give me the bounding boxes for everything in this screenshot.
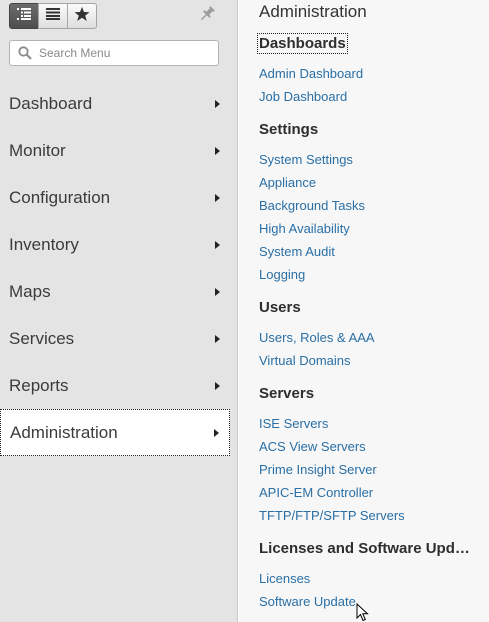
link-licenses[interactable]: Licenses <box>259 571 310 586</box>
chevron-right-icon <box>215 193 220 202</box>
link-prime-insight-server[interactable]: Prime Insight Server <box>259 462 377 477</box>
link-ise-servers[interactable]: ISE Servers <box>259 416 328 431</box>
chevron-right-icon <box>215 99 220 108</box>
search-menu-field[interactable] <box>9 40 219 66</box>
link-appliance[interactable]: Appliance <box>259 175 316 190</box>
menu-item-monitor[interactable]: Monitor <box>0 127 238 174</box>
menu-item-label: Configuration <box>9 187 111 207</box>
section-heading-servers: Servers <box>259 385 315 402</box>
link-acs-view-servers[interactable]: ACS View Servers <box>259 439 366 454</box>
submenu-panel: Administration Dashboards Admin Dashboar… <box>239 0 489 622</box>
link-high-availability[interactable]: High Availability <box>259 221 350 236</box>
tree-view-button[interactable] <box>9 3 39 29</box>
tree-list-icon <box>16 7 32 26</box>
chevron-right-icon <box>214 428 219 437</box>
chevron-right-icon <box>215 146 220 155</box>
link-logging[interactable]: Logging <box>259 267 305 282</box>
menu-item-label: Dashboard <box>9 93 93 113</box>
link-system-settings[interactable]: System Settings <box>259 152 353 167</box>
favorites-button[interactable] <box>67 3 97 29</box>
view-toolbar <box>9 3 97 29</box>
menu-item-label: Services <box>9 328 75 348</box>
link-admin-dashboard[interactable]: Admin Dashboard <box>259 66 363 81</box>
link-users-roles-aaa[interactable]: Users, Roles & AAA <box>259 330 375 345</box>
chevron-right-icon <box>215 287 220 296</box>
section-heading-settings: Settings <box>259 121 319 138</box>
link-apic-em-controller[interactable]: APIC-EM Controller <box>259 485 373 500</box>
menu-item-label: Reports <box>9 375 69 395</box>
section-heading-dashboards[interactable]: Dashboards <box>257 33 348 54</box>
chevron-right-icon <box>215 381 220 390</box>
menu-item-label: Inventory <box>9 234 79 254</box>
search-icon <box>16 44 34 62</box>
link-job-dashboard[interactable]: Job Dashboard <box>259 89 347 104</box>
link-background-tasks[interactable]: Background Tasks <box>259 198 365 213</box>
link-tftp-ftp-sftp-servers[interactable]: TFTP/FTP/SFTP Servers <box>259 508 405 523</box>
mouse-cursor-icon <box>356 602 370 622</box>
search-input[interactable] <box>39 46 209 60</box>
chevron-right-icon <box>215 334 220 343</box>
menu-item-configuration[interactable]: Configuration <box>0 174 238 221</box>
menu-item-reports[interactable]: Reports <box>0 362 238 409</box>
list-icon <box>45 7 61 26</box>
pin-icon <box>198 5 216 28</box>
link-software-update[interactable]: Software Update <box>259 594 356 609</box>
menu-item-label: Administration <box>10 422 118 442</box>
menu-item-services[interactable]: Services <box>0 315 238 362</box>
menu-item-label: Monitor <box>9 140 66 160</box>
panel-title: Administration <box>259 2 367 21</box>
link-virtual-domains[interactable]: Virtual Domains <box>259 353 351 368</box>
section-heading-licenses-software: Licenses and Software Upd… <box>259 540 470 557</box>
chevron-right-icon <box>215 240 220 249</box>
menu-item-dashboard[interactable]: Dashboard <box>0 80 238 127</box>
navigation-sidebar: Dashboard Monitor Configuration Inventor… <box>0 0 238 622</box>
section-heading-users: Users <box>259 299 301 316</box>
star-icon <box>74 6 90 27</box>
link-system-audit[interactable]: System Audit <box>259 244 335 259</box>
menu-item-inventory[interactable]: Inventory <box>0 221 238 268</box>
list-view-button[interactable] <box>38 3 68 29</box>
menu-item-label: Maps <box>9 281 51 301</box>
menu-item-administration[interactable]: Administration <box>0 409 230 456</box>
menu-item-maps[interactable]: Maps <box>0 268 238 315</box>
pin-menu-button[interactable] <box>196 5 218 28</box>
main-menu: Dashboard Monitor Configuration Inventor… <box>0 80 238 456</box>
